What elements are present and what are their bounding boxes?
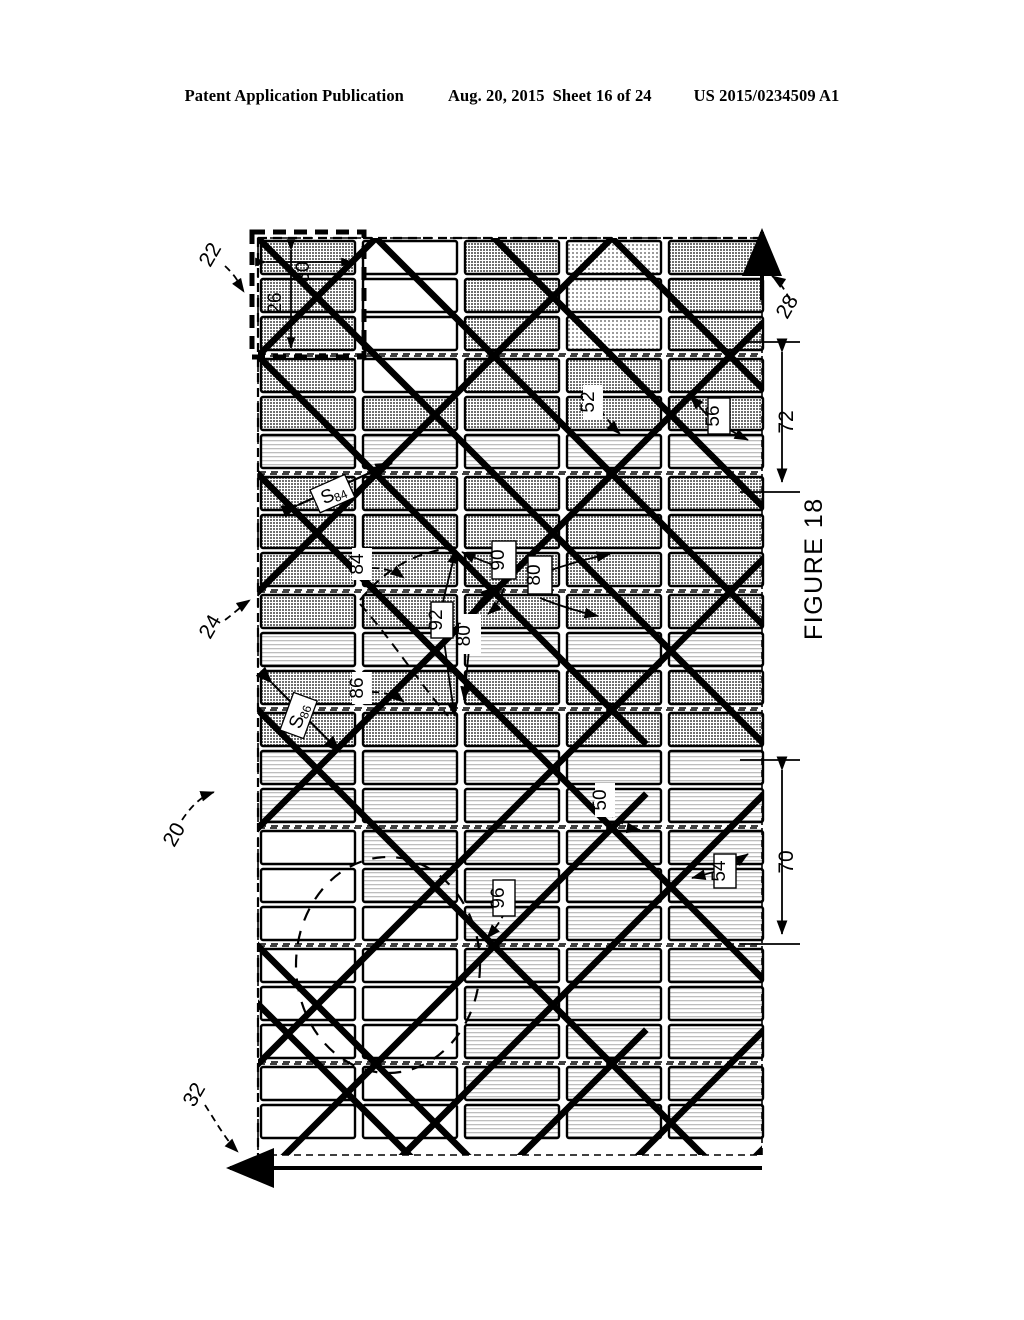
dimension-label-70: 70 — [775, 850, 798, 873]
leader-20 — [181, 791, 215, 821]
ref-label-96: 96 — [488, 887, 509, 908]
ref-label-54: 54 — [709, 860, 730, 882]
ref-label-22: 22 — [195, 239, 227, 271]
dimension-label-72: 72 — [775, 410, 798, 433]
ref-label-92: 92 — [426, 609, 447, 630]
ref-label-52: 52 — [578, 391, 599, 412]
leader-22 — [224, 265, 245, 293]
leader-32 — [204, 1104, 239, 1153]
ref-label-28: 28 — [772, 291, 804, 323]
dimension-label-26: 26 — [265, 292, 286, 313]
ref-label-80-prime: 80' — [454, 622, 475, 647]
ref-label-90: 90 — [488, 549, 509, 570]
ref-label-56: 56 — [703, 405, 724, 426]
ref-label-24: 24 — [195, 611, 227, 643]
ref-label-20: 20 — [159, 819, 191, 851]
ref-label-86: 86 — [347, 677, 368, 698]
ref-label-84: 84 — [347, 553, 368, 575]
patent-drawing: 72 70 26 30 22 28 24 20 32 52 56 50 54 9… — [0, 0, 1024, 1320]
leader-24 — [224, 599, 251, 621]
ref-label-80: 80 — [524, 564, 545, 585]
ref-label-50: 50 — [590, 789, 611, 810]
dimension-label-30: 30 — [293, 261, 314, 282]
